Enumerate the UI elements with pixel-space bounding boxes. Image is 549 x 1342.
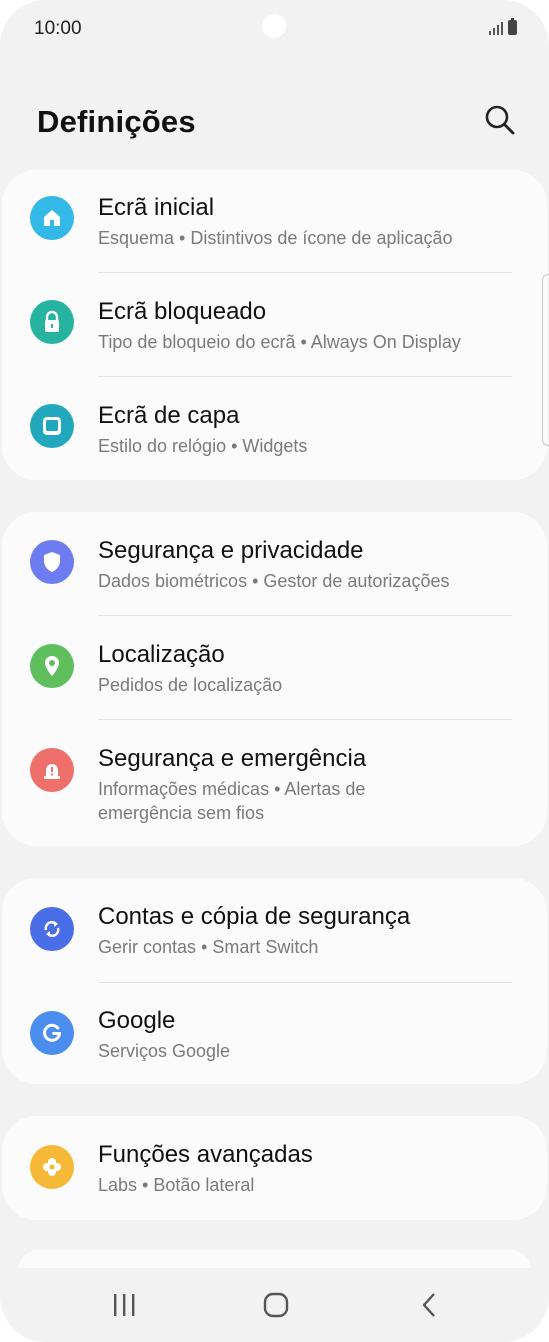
- settings-item-subtitle: Gerir contas • Smart Switch: [98, 937, 319, 957]
- settings-item-subtitle: Informações médicas • Alertas de emergên…: [98, 779, 366, 823]
- settings-item-advanced-features[interactable]: Funções avançadas Labs • Botão lateral: [2, 1116, 547, 1220]
- location-pin-icon: [30, 644, 74, 688]
- settings-item-label: Localização: [98, 641, 225, 668]
- system-icons: [489, 18, 517, 35]
- phone-screen: 10:00 Definições Ecrã inicial Esquema • …: [0, 0, 549, 1342]
- scrollbar[interactable]: [542, 274, 549, 446]
- back-button[interactable]: [400, 1280, 460, 1330]
- settings-item-label: Segurança e privacidade: [98, 537, 364, 564]
- settings-item-security-privacy[interactable]: Segurança e privacidade Dados biométrico…: [2, 512, 547, 616]
- status-bar: 10:00: [0, 0, 549, 58]
- search-button[interactable]: [482, 102, 518, 138]
- settings-item-label: Funções avançadas: [98, 1141, 313, 1168]
- settings-item-home-screen[interactable]: Ecrã inicial Esquema • Distintivos de íc…: [2, 170, 547, 274]
- settings-group-display: Ecrã inicial Esquema • Distintivos de íc…: [2, 170, 547, 480]
- settings-item-lock-screen[interactable]: Ecrã bloqueado Tipo de bloqueio do ecrã …: [2, 274, 547, 378]
- settings-item-subtitle: Dados biométricos • Gestor de autorizaçõ…: [98, 571, 450, 591]
- recent-apps-icon: [114, 1294, 135, 1316]
- search-icon: [485, 105, 515, 135]
- settings-group-advanced: Funções avançadas Labs • Botão lateral: [2, 1116, 547, 1220]
- settings-item-subtitle: Serviços Google: [98, 1041, 231, 1061]
- divider: [98, 272, 512, 273]
- settings-item-google[interactable]: Google Serviços Google: [2, 982, 547, 1084]
- home-icon: [30, 196, 74, 240]
- navigation-bar: [0, 1268, 549, 1342]
- settings-item-label: Segurança e emergência: [98, 745, 367, 772]
- settings-item-label: Ecrã inicial: [98, 194, 215, 221]
- settings-item-safety-emergency[interactable]: Segurança e emergência Informações médic…: [2, 720, 547, 846]
- settings-item-subtitle: Labs • Botão lateral: [98, 1175, 255, 1195]
- settings-item-accounts-backup[interactable]: Contas e cópia de segurança Gerir contas…: [2, 878, 547, 982]
- home-circle-icon: [263, 1292, 289, 1318]
- sync-icon: [30, 907, 74, 951]
- settings-item-subtitle: Pedidos de localização: [98, 675, 283, 695]
- status-time: 10:00: [34, 18, 82, 39]
- settings-item-subtitle: Estilo do relógio • Widgets: [98, 436, 308, 456]
- settings-group-accounts: Contas e cópia de segurança Gerir contas…: [2, 878, 547, 1084]
- settings-item-subtitle: Tipo de bloqueio do ecrã • Always On Dis…: [98, 332, 461, 352]
- google-icon: [30, 1011, 74, 1055]
- signal-icon: [489, 21, 503, 35]
- battery-icon: [508, 18, 517, 35]
- shield-icon: [30, 540, 74, 584]
- home-button[interactable]: [246, 1280, 306, 1330]
- front-camera-cutout: [262, 14, 286, 38]
- settings-item-cover-screen[interactable]: Ecrã de capa Estilo do relógio • Widgets: [2, 378, 547, 480]
- settings-item-location[interactable]: Localização Pedidos de localização: [2, 616, 547, 720]
- settings-item-label: Ecrã de capa: [98, 402, 240, 429]
- page-header: Definições: [0, 90, 549, 160]
- back-icon: [422, 1293, 435, 1317]
- recent-apps-button[interactable]: [94, 1280, 154, 1330]
- emergency-icon: [30, 748, 74, 792]
- divider: [98, 376, 512, 377]
- cover-screen-icon: [30, 404, 74, 448]
- settings-item-label: Google: [98, 1007, 176, 1034]
- settings-item-label: Ecrã bloqueado: [98, 298, 267, 325]
- settings-item-label: Contas e cópia de segurança: [98, 903, 411, 930]
- puzzle-icon: [30, 1145, 74, 1189]
- lock-icon: [30, 300, 74, 344]
- settings-item-subtitle: Esquema • Distintivos de ícone de aplica…: [98, 228, 453, 248]
- settings-group-security: Segurança e privacidade Dados biométrico…: [2, 512, 547, 846]
- page-title: Definições: [37, 104, 196, 139]
